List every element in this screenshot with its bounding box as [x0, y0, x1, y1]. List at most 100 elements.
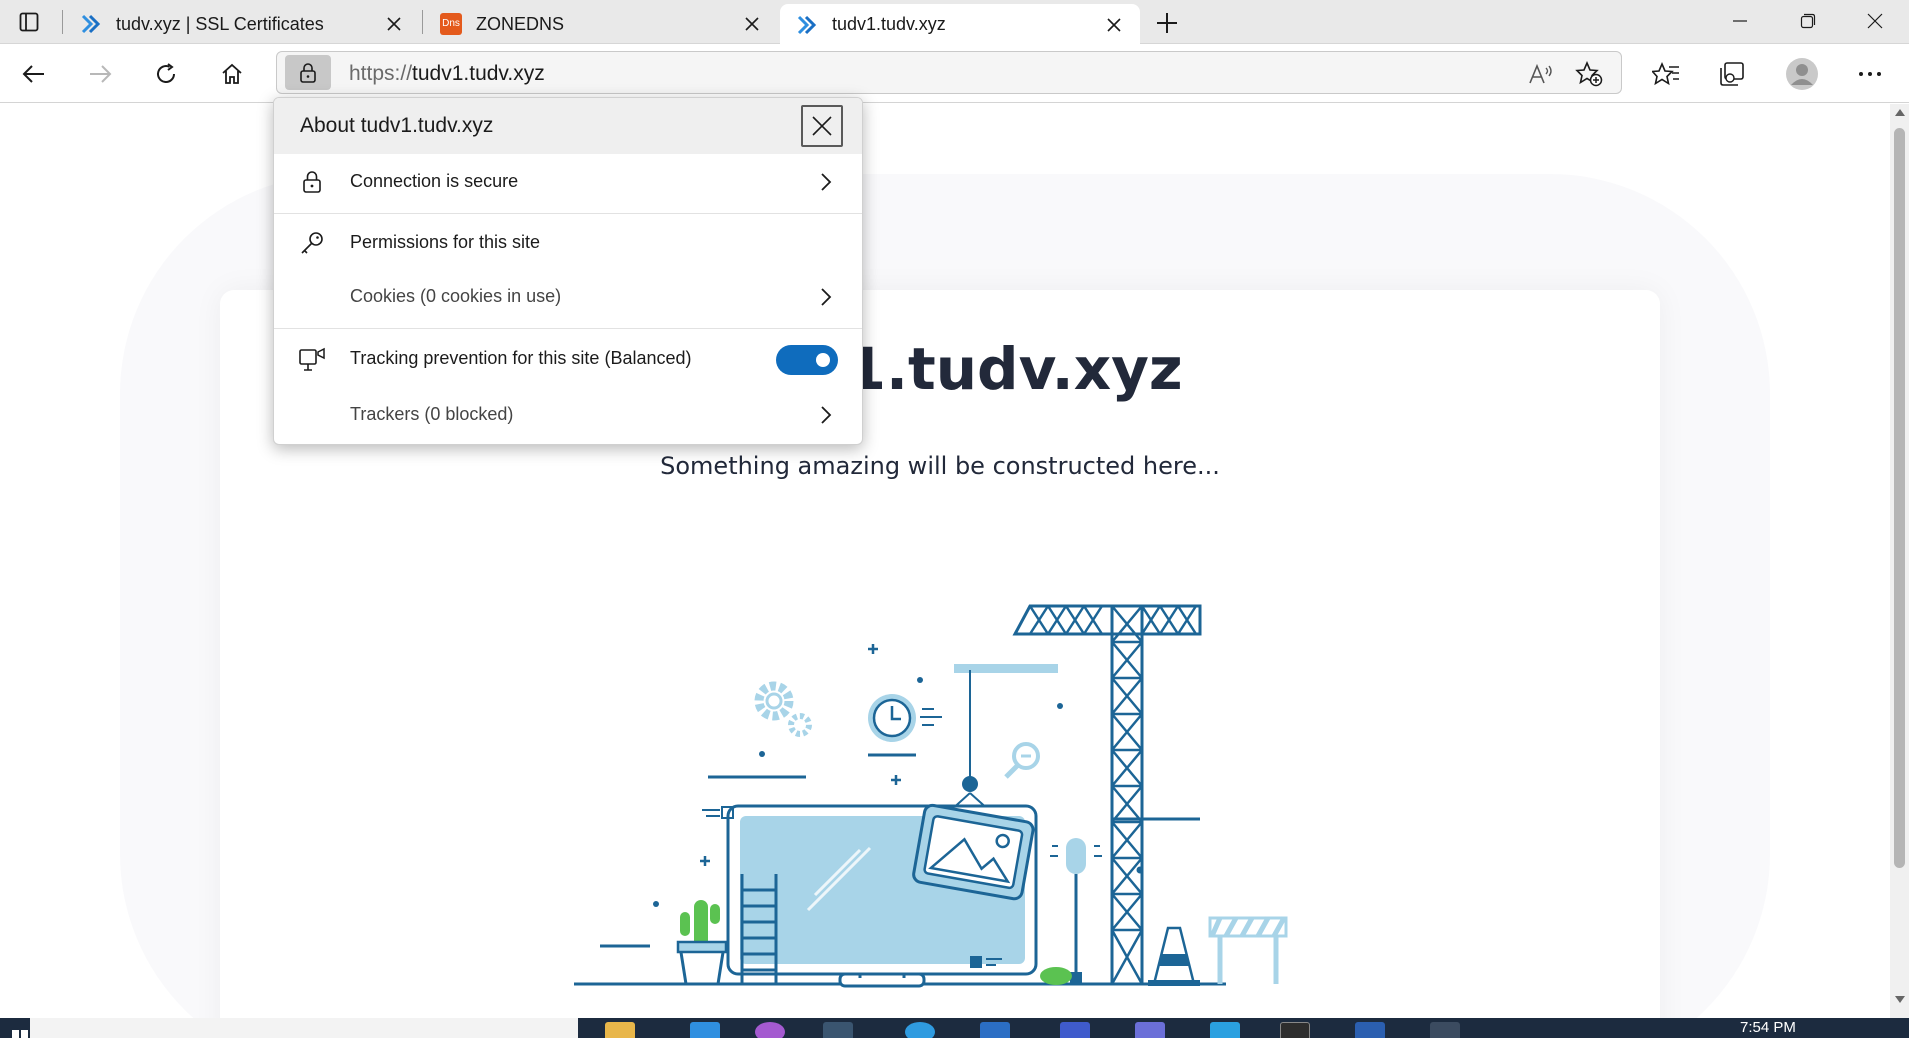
vertical-scrollbar[interactable] — [1890, 104, 1909, 1018]
permissions-row[interactable]: Permissions for this site — [274, 216, 862, 270]
lamp-illustration — [1040, 838, 1102, 985]
taskbar-app-icon[interactable] — [980, 1022, 1010, 1038]
taskbar-app-icon[interactable] — [1355, 1022, 1385, 1038]
trackers-label: Trackers (0 blocked) — [350, 404, 514, 424]
refresh-icon — [157, 63, 175, 83]
popup-close-button[interactable] — [801, 105, 843, 147]
close-icon — [1867, 13, 1883, 29]
browser-toolbar: https://tudv1.tudv.xyz — [0, 44, 1909, 103]
key-icon — [298, 229, 326, 257]
toggle-knob — [816, 353, 830, 367]
edge-active-icon[interactable] — [823, 1022, 853, 1038]
connection-row[interactable]: Connection is secure — [274, 155, 862, 209]
tracking-prevention-row: Tracking prevention for this site (Balan… — [274, 332, 862, 386]
tab-zonedns[interactable]: Dns ZONEDNS — [424, 4, 778, 44]
dns-icon: Dns — [440, 13, 462, 35]
tab-tudv1[interactable]: tudv1.tudv.xyz — [780, 4, 1140, 45]
site-info-popup: About tudv1.tudv.xyz Connection is secur… — [273, 97, 863, 445]
plus-icon — [1157, 13, 1177, 33]
divider — [274, 213, 862, 214]
add-favorite-button[interactable] — [1571, 56, 1607, 92]
lock-icon — [298, 168, 326, 196]
windows-start-icon[interactable] — [10, 1028, 30, 1038]
restore-icon — [1800, 13, 1816, 29]
windows-taskbar: 7:54 PM — [0, 1018, 1909, 1038]
back-button[interactable] — [12, 52, 56, 96]
home-icon — [222, 63, 242, 84]
permissions-label: Permissions for this site — [350, 232, 541, 252]
taskbar-app-icon[interactable] — [1060, 1022, 1090, 1038]
taskbar-app-icon[interactable] — [1210, 1022, 1240, 1038]
road-barrier-illustration — [1208, 916, 1288, 984]
forward-button[interactable] — [78, 52, 122, 96]
tab-actions-icon — [19, 12, 39, 32]
taskbar-search-box[interactable] — [30, 1018, 578, 1038]
cookies-row[interactable]: Cookies (0 cookies in use) — [274, 270, 862, 324]
traffic-cone-illustration — [1148, 926, 1200, 986]
connection-label: Connection is secure — [350, 171, 519, 191]
site-info-button[interactable] — [285, 55, 331, 90]
cactus-illustration — [676, 900, 728, 986]
tracking-prevention-label: Tracking prevention for this site (Balan… — [350, 348, 692, 368]
chevron-right-icon — [814, 169, 838, 195]
favorites-button[interactable] — [1644, 52, 1688, 96]
home-button[interactable] — [210, 52, 254, 96]
teams-icon[interactable] — [1135, 1022, 1165, 1038]
taskbar-app-icon[interactable] — [690, 1022, 720, 1038]
chevron-right-icon — [814, 402, 838, 428]
close-icon — [812, 116, 832, 136]
scroll-up-icon[interactable] — [1890, 108, 1909, 124]
magnifier-icon — [1004, 742, 1040, 779]
taskbar-app-icon[interactable] — [755, 1022, 785, 1038]
star-add-icon — [1575, 61, 1603, 87]
tab-title: tudv.xyz | SSL Certificates — [116, 13, 324, 34]
scroll-down-icon[interactable] — [1890, 996, 1909, 1012]
read-aloud-button[interactable] — [1523, 56, 1559, 92]
cookies-label: Cookies (0 cookies in use) — [350, 286, 562, 306]
file-explorer-icon[interactable] — [605, 1022, 635, 1038]
profile-button[interactable] — [1780, 52, 1824, 96]
scrollbar-thumb[interactable] — [1894, 128, 1905, 868]
tab-strip: tudv.xyz | SSL Certificates Dns ZONEDNS … — [0, 0, 1909, 45]
taskbar-app-icon[interactable] — [1430, 1022, 1460, 1038]
new-tab-button[interactable] — [1150, 6, 1184, 40]
tab-ssl-certificates[interactable]: tudv.xyz | SSL Certificates — [64, 4, 420, 44]
gear-icon — [754, 681, 812, 737]
collections-icon — [1720, 62, 1744, 86]
minimize-button[interactable] — [1705, 0, 1775, 42]
restore-button[interactable] — [1773, 0, 1843, 42]
tab-separator — [62, 10, 63, 34]
page-subtitle: Something amazing will be constructed he… — [660, 452, 1220, 480]
tracking-prevention-icon — [298, 345, 326, 373]
back-arrow-icon — [22, 65, 44, 83]
popup-title: About tudv1.tudv.xyz — [300, 114, 494, 137]
url-text: https://tudv1.tudv.xyz — [349, 62, 545, 85]
refresh-button[interactable] — [144, 52, 188, 96]
avatar-icon — [1786, 58, 1818, 90]
tab-separator — [422, 10, 423, 34]
close-tab-icon[interactable] — [738, 10, 766, 38]
close-tab-icon[interactable] — [1100, 11, 1128, 39]
taskbar-app-icon[interactable] — [905, 1022, 935, 1038]
terminal-icon[interactable] — [1280, 1022, 1310, 1038]
blue-chevron-icon — [80, 13, 102, 35]
address-bar[interactable]: https://tudv1.tudv.xyz — [276, 51, 1622, 94]
taskbar-clock: 7:54 PM — [1740, 1019, 1796, 1036]
clock-icon — [868, 694, 942, 742]
collections-button[interactable] — [1710, 52, 1754, 96]
forward-arrow-icon — [90, 65, 112, 83]
image-frame-illustration — [912, 803, 1035, 901]
settings-more-button[interactable] — [1848, 52, 1892, 96]
tab-actions-button[interactable] — [8, 6, 50, 38]
blue-chevron-icon — [796, 14, 818, 36]
favorites-icon — [1652, 61, 1679, 86]
trackers-row[interactable]: Trackers (0 blocked) — [274, 388, 862, 442]
tracking-prevention-toggle[interactable] — [776, 345, 838, 375]
popup-header: About tudv1.tudv.xyz — [274, 98, 862, 154]
close-window-button[interactable] — [1840, 0, 1909, 42]
close-tab-icon[interactable] — [380, 10, 408, 38]
read-aloud-icon — [1529, 63, 1552, 84]
lock-icon — [300, 62, 316, 83]
tab-title: ZONEDNS — [476, 13, 565, 34]
construction-illustration — [574, 604, 1288, 988]
